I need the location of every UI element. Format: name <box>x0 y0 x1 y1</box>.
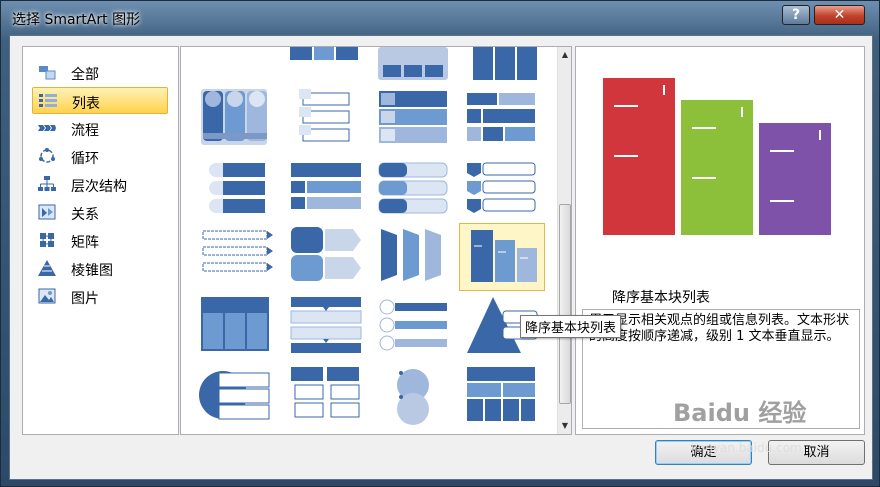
category-picture[interactable]: 图片 <box>32 283 168 310</box>
layout-thumbnail[interactable] <box>375 47 461 85</box>
watermark-logo: Baidu 经验 <box>673 399 807 427</box>
category-label: 全部 <box>71 67 99 83</box>
category-label: 循环 <box>71 151 99 167</box>
layout-thumbnail[interactable] <box>375 159 461 227</box>
relationship-icon <box>38 204 56 220</box>
layout-thumbnail[interactable] <box>199 159 285 227</box>
picture-icon <box>38 288 56 304</box>
dialog-title: 选择 SmartArt 图形 <box>12 12 141 28</box>
layout-thumbnail[interactable] <box>287 89 373 157</box>
category-label: 图片 <box>71 291 99 307</box>
layout-thumbnail[interactable] <box>287 367 373 434</box>
layout-tooltip: 降序基本块列表 <box>520 315 622 338</box>
layout-thumbnail[interactable] <box>375 89 461 157</box>
layout-descending-block-list[interactable] <box>459 223 545 291</box>
category-label: 流程 <box>71 123 99 139</box>
hierarchy-icon <box>38 176 56 191</box>
layout-thumbnail[interactable] <box>199 89 285 157</box>
category-label: 层次结构 <box>71 179 127 195</box>
close-button[interactable]: ✕ <box>814 5 865 25</box>
layout-thumbnail[interactable] <box>463 159 549 227</box>
smartart-dialog: 选择 SmartArt 图形 ? ✕ 全部 列表 流程 循环 层次结构 关系 矩… <box>0 0 880 487</box>
matrix-icon <box>40 233 54 247</box>
scroll-up-icon[interactable]: ▲ <box>559 48 571 62</box>
layout-thumbnail[interactable] <box>287 159 373 227</box>
layout-thumbnail[interactable] <box>199 297 285 365</box>
title-bar: 选择 SmartArt 图形 ? ✕ <box>1 1 879 35</box>
category-process[interactable]: 流程 <box>32 115 168 142</box>
layout-thumbnail[interactable] <box>199 367 285 434</box>
category-label: 列表 <box>72 96 100 112</box>
layout-thumbnail[interactable] <box>375 297 461 365</box>
layout-thumbnail[interactable] <box>287 297 373 365</box>
layout-thumbnail[interactable] <box>375 227 461 295</box>
preview-title: 降序基本块列表 <box>612 290 710 306</box>
layout-thumbnail[interactable] <box>463 47 549 85</box>
category-cycle[interactable]: 循环 <box>32 143 168 170</box>
list-icon <box>39 94 57 107</box>
layout-thumbnail[interactable] <box>463 367 549 434</box>
gallery-scrollbar[interactable]: ▲ ▼ <box>557 47 571 434</box>
category-list-item[interactable]: 列表 <box>32 87 168 114</box>
category-matrix[interactable]: 矩阵 <box>32 227 168 254</box>
help-button[interactable]: ? <box>782 5 810 25</box>
layout-thumbnail[interactable] <box>375 367 461 434</box>
category-pyramid[interactable]: 棱锥图 <box>32 255 168 282</box>
category-all[interactable]: 全部 <box>32 59 168 86</box>
category-hierarchy[interactable]: 层次结构 <box>32 171 168 198</box>
layout-gallery: ▲ ▼ <box>180 46 572 435</box>
layout-thumbnail[interactable] <box>287 47 373 75</box>
preview-image <box>603 78 831 235</box>
category-relationship[interactable]: 关系 <box>32 199 168 226</box>
preview-pane: 降序基本块列表 用于显示相关观点的组或信息列表。文本形状的高度按顺序递减，级别 … <box>575 46 865 435</box>
category-list: 全部 列表 流程 循环 层次结构 关系 矩阵 棱锥图 图片 <box>22 46 179 435</box>
pyramid-icon <box>38 260 56 276</box>
category-label: 矩阵 <box>71 235 99 251</box>
watermark-url: jingyan.baidu.com <box>691 441 802 455</box>
process-icon <box>38 125 56 131</box>
cycle-icon <box>39 148 55 163</box>
layout-thumbnail[interactable] <box>463 89 549 157</box>
layout-thumbnail[interactable] <box>199 227 285 295</box>
scroll-down-icon[interactable]: ▼ <box>559 419 571 433</box>
layout-thumbnail[interactable] <box>287 227 373 295</box>
category-label: 棱锥图 <box>71 263 113 279</box>
all-icon <box>39 66 56 80</box>
scrollbar-thumb[interactable] <box>559 204 571 404</box>
category-label: 关系 <box>71 207 99 223</box>
